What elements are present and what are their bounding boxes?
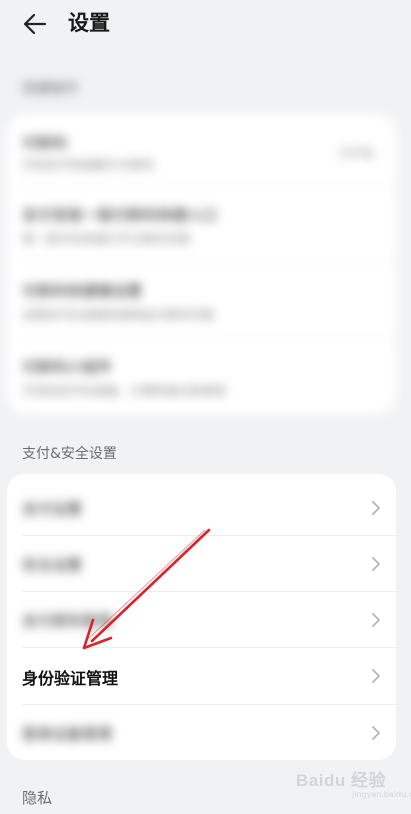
item-label: 支付设置 [22, 500, 83, 518]
shortcuts-card: 付款码 开启后可快速展示付款码 已开启 支付宝摇一摇付款码快捷入口 摇一摇手机快… [7, 114, 396, 414]
row-value: 已开启 [337, 146, 374, 160]
section-label-shortcuts: 快捷操作 [22, 81, 78, 97]
settings-item-password[interactable]: 支付密码管理 [7, 592, 396, 647]
settings-item-payment[interactable]: 支付设置 [7, 480, 396, 535]
watermark-text: Baidu 经验 [296, 771, 386, 790]
section-label-privacy: 隐私 [22, 789, 53, 807]
chevron-right-icon [372, 501, 380, 515]
item-label: 登录设备管理 [22, 725, 113, 743]
chevron-right-icon [372, 613, 380, 627]
page-title: 设置 [68, 11, 110, 35]
item-label: 支付密码管理 [22, 612, 113, 630]
item-label: 安全设置 [22, 556, 83, 574]
baidu-watermark: Baidu 经验 jingyan.baidu.com [296, 760, 411, 808]
settings-item-identity-verification[interactable]: 身份验证管理 [7, 648, 396, 704]
row-title: 付款码快捷键设置 [22, 282, 143, 300]
row-title: 付款码 [22, 134, 68, 152]
row-subtitle: 摇一摇手机快速打开付款码页面 [22, 232, 191, 246]
divider [22, 338, 396, 339]
row-title: 支付宝摇一摇付款码快捷入口 [22, 206, 218, 224]
settings-item-devices[interactable]: 登录设备管理 [7, 705, 396, 760]
back-arrow-icon[interactable] [20, 8, 52, 40]
row-subtitle: 设置后可在桌面快速唤起付款码页面 [22, 308, 215, 322]
chevron-right-icon [372, 669, 380, 683]
row-title: 付款码小组件 [22, 358, 113, 376]
shortcut-row[interactable]: 支付宝摇一摇付款码快捷入口 摇一摇手机快速打开付款码页面 [7, 188, 396, 260]
shortcut-row[interactable]: 付款码快捷键设置 设置后可在桌面快速唤起付款码页面 [7, 264, 396, 336]
watermark-url: jingyan.baidu.com [352, 790, 411, 799]
chevron-right-icon [372, 726, 380, 740]
shortcut-row[interactable]: 付款码小组件 可添加至手机桌面，方便快速付款使用 [7, 340, 396, 412]
chevron-right-icon [372, 557, 380, 571]
row-subtitle: 可添加至手机桌面，方便快速付款使用 [22, 384, 227, 398]
item-label: 身份验证管理 [22, 669, 119, 688]
row-subtitle: 开启后可快速展示付款码 [22, 158, 155, 172]
divider [22, 262, 396, 263]
divider [22, 186, 396, 187]
top-bar: 设置 [0, 0, 411, 48]
section-label-payment-security: 支付&安全设置 [22, 446, 117, 462]
settings-item-security[interactable]: 安全设置 [7, 536, 396, 591]
payment-security-card: 支付设置 安全设置 支付密码管理 身份验证管理 登录设备管理 [7, 474, 396, 760]
shortcut-row[interactable]: 付款码 开启后可快速展示付款码 已开启 [7, 114, 396, 184]
